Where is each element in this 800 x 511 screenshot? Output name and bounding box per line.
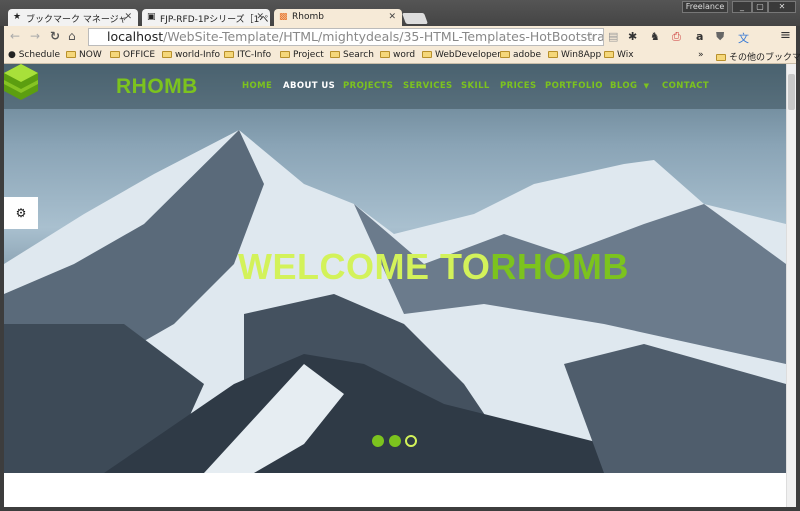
- scrollbar-thumb[interactable]: [788, 74, 795, 110]
- amazon-icon[interactable]: a: [696, 30, 703, 43]
- site-navbar: RHOMB HOME ABOUT US PROJECTS SERVICES SK…: [4, 64, 786, 109]
- browser-titlebar: ★ ブックマーク マネージャ ✕ ▣ FJP-RFD-1Pシリーズ［1ペ ✕ ▩ Rhom…: [0, 0, 800, 27]
- bookmarks-overflow[interactable]: »: [698, 50, 704, 60]
- folder-icon: [330, 51, 340, 58]
- reload-icon[interactable]: ↻: [50, 29, 60, 43]
- bookmark-folder[interactable]: OFFICE: [110, 50, 155, 60]
- nav-skill[interactable]: SKILL: [461, 81, 490, 91]
- nav-projects[interactable]: PROJECTS: [343, 81, 393, 91]
- nav-about-us[interactable]: ABOUT US: [283, 81, 335, 91]
- new-tab-button[interactable]: [401, 13, 429, 24]
- folder-icon: [162, 51, 172, 58]
- rhomb-logo-icon: [4, 64, 38, 100]
- close-tab-icon[interactable]: ✕: [388, 12, 396, 22]
- browser-toolbar: ← → ↻ ⌂ localhost/WebSite-Template/HTML/…: [4, 26, 796, 47]
- folder-icon: [500, 51, 510, 58]
- profile-button[interactable]: Freelance: [682, 1, 728, 13]
- folder-icon: [604, 51, 614, 58]
- minimize-button[interactable]: _: [732, 1, 752, 13]
- page-scrollbar[interactable]: [786, 64, 796, 507]
- evernote-icon[interactable]: ♞: [650, 30, 660, 43]
- close-window-button[interactable]: ✕: [768, 1, 796, 13]
- gear-extension-icon[interactable]: ✱: [628, 30, 637, 43]
- folder-icon: [224, 51, 234, 58]
- folder-icon: [280, 51, 290, 58]
- bookmark-folder[interactable]: Project: [280, 50, 324, 60]
- slider-dot[interactable]: [389, 435, 401, 447]
- bookmark-folder[interactable]: word: [380, 50, 415, 60]
- bookmark-folder[interactable]: adobe: [500, 50, 541, 60]
- slider-dot-active[interactable]: [405, 435, 417, 447]
- other-bookmarks[interactable]: その他のブックマーク: [716, 50, 800, 63]
- address-bar[interactable]: localhost/WebSite-Template/HTML/mightyde…: [88, 28, 604, 46]
- caret-down-icon: ▼: [640, 82, 650, 90]
- folder-icon: [66, 51, 76, 58]
- maximize-button[interactable]: ▢: [752, 1, 768, 13]
- nav-services[interactable]: SERVICES: [403, 81, 453, 91]
- bookmark-schedule[interactable]: ● Schedule: [8, 50, 60, 60]
- back-icon[interactable]: ←: [10, 29, 20, 43]
- forward-icon[interactable]: →: [30, 29, 40, 43]
- bookmark-folder[interactable]: Wix: [604, 50, 634, 60]
- folder-icon: [380, 51, 390, 58]
- rhomb-favicon: ▩: [279, 12, 288, 22]
- close-tab-icon[interactable]: ✕: [124, 12, 132, 22]
- nav-home[interactable]: HOME: [242, 81, 272, 91]
- nav-portfolio[interactable]: PORTFOLIO: [545, 81, 603, 91]
- hero-slider: RHOMB HOME ABOUT US PROJECTS SERVICES SK…: [4, 64, 786, 473]
- folder-icon: [110, 51, 120, 58]
- nav-prices[interactable]: PRICES: [500, 81, 537, 91]
- nav-blog[interactable]: BLOG ▼: [610, 81, 649, 91]
- home-icon[interactable]: ⌂: [68, 29, 76, 43]
- translate-icon[interactable]: 文: [738, 30, 749, 46]
- tab-fjp[interactable]: ▣ FJP-RFD-1Pシリーズ［1ペ ✕: [142, 9, 270, 27]
- folder-icon: [548, 51, 558, 58]
- settings-gear-button[interactable]: ⚙: [4, 197, 38, 229]
- folder-icon: [716, 54, 726, 61]
- gear-icon: ⚙: [15, 206, 27, 220]
- menu-icon[interactable]: ≡: [780, 28, 791, 43]
- bookmark-folder[interactable]: NOW: [66, 50, 102, 60]
- bookmarks-bar: ● Schedule NOW OFFICE world-Info ITC-Inf…: [4, 47, 800, 64]
- hero-title: WELCOME TORHOMB: [238, 246, 629, 287]
- bookmark-folder[interactable]: WebDeveloper: [422, 50, 501, 60]
- web-page: RHOMB HOME ABOUT US PROJECTS SERVICES SK…: [4, 64, 786, 507]
- folder-icon: [422, 51, 432, 58]
- bookmark-folder[interactable]: ITC-Info: [224, 50, 271, 60]
- page-thumb-icon: ▣: [147, 12, 156, 22]
- extension-in-icon[interactable]: ▤: [608, 30, 618, 43]
- slider-dot[interactable]: [372, 435, 384, 447]
- bookmark-folder[interactable]: world-Info: [162, 50, 220, 60]
- bookmark-star-icon[interactable]: ☆: [586, 30, 596, 43]
- tab-bookmark-manager[interactable]: ★ ブックマーク マネージャ ✕: [8, 9, 138, 27]
- tab-rhomb[interactable]: ▩ Rhomb ✕: [274, 9, 402, 27]
- pdf-extension-icon[interactable]: ⎙: [672, 30, 681, 44]
- close-tab-icon[interactable]: ✕: [256, 12, 264, 22]
- apple-icon: ●: [8, 50, 19, 60]
- shield-icon[interactable]: ⛊: [716, 30, 724, 44]
- nav-contact[interactable]: CONTACT: [662, 81, 709, 91]
- bookmark-folder[interactable]: Search: [330, 50, 374, 60]
- bookmark-folder[interactable]: Win8App: [548, 50, 601, 60]
- star-icon: ★: [13, 12, 22, 22]
- site-logo[interactable]: RHOMB: [116, 75, 198, 99]
